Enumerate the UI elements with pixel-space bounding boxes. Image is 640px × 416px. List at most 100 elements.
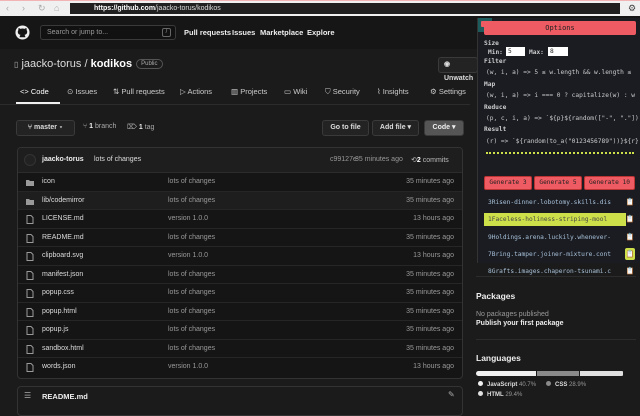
pull-request-icon: ⇅ [113, 87, 120, 96]
options-header-button[interactable]: Options [484, 21, 636, 35]
file-row[interactable]: popup.js lots of changes 35 minutes ago [18, 321, 462, 340]
file-name[interactable]: README.md [42, 229, 84, 247]
map-code-editor[interactable]: (w, i, a) => i === 0 ? capitalize(w) : w [486, 92, 638, 99]
reload-icon[interactable]: ↻ [38, 3, 46, 14]
nav-marketplace[interactable]: Marketplace [260, 28, 303, 37]
tab-insights[interactable]: ⌇ Insights [377, 87, 409, 96]
language-pct: 28.9% [569, 382, 587, 388]
branches-link[interactable]: ⑂ 1 branch [83, 123, 116, 130]
file-commit-message[interactable]: lots of changes [168, 192, 215, 210]
go-to-file-button[interactable]: Go to file [322, 120, 369, 136]
language-css[interactable]: CSS 28.9% [546, 381, 586, 388]
generated-result[interactable]: 3Risen-dinner.lobotomy.skills.dis [484, 196, 626, 209]
search-input[interactable]: Search or jump to... / [40, 25, 176, 40]
result-code-editor[interactable]: (r) => `${random(to_a("0123456789"))}${r… [486, 138, 638, 145]
language-html[interactable]: HTML 29.4% [478, 391, 522, 398]
nav-pull-requests[interactable]: Pull requests [184, 28, 231, 37]
file-commit-message[interactable]: lots of changes [168, 229, 215, 247]
file-row[interactable]: popup.css lots of changes 35 minutes ago [18, 284, 462, 303]
forward-icon[interactable]: › [22, 3, 25, 14]
code-button[interactable]: Code ▾ [424, 120, 464, 136]
extension-icon[interactable]: ⚙ [628, 3, 636, 14]
reduce-code-editor[interactable]: (p, c, i, a) => `${p}${random(["-", "."]… [486, 115, 638, 122]
generated-result[interactable]: 7Bring.tamper.joiner-mixture.cont [484, 248, 626, 261]
nav-explore[interactable]: Explore [307, 28, 335, 37]
language-javascript[interactable]: JavaScript 40.7% [478, 381, 536, 388]
generated-result[interactable]: 8Grafts.images.chaperon-tsunami.c [484, 265, 626, 278]
tab-label: Actions [187, 87, 213, 96]
tags-link[interactable]: ⌦ 1 tag [127, 123, 154, 131]
generated-result[interactable]: 1Faceless-holiness-striping-mool [484, 213, 626, 227]
avatar[interactable] [24, 154, 36, 166]
file-row[interactable]: manifest.json lots of changes 35 minutes a… [18, 266, 462, 284]
branches-label: branch [95, 123, 117, 130]
generate-3-button[interactable]: Generate 3 [484, 176, 532, 190]
file-row[interactable]: sandbox.html lots of changes 35 minutes ag… [18, 340, 462, 358]
file-commit-message[interactable]: lots of changes [168, 266, 215, 284]
repo-name-link[interactable]: kodikos [91, 58, 133, 70]
repo-owner-link[interactable]: jaacko-torus [21, 58, 81, 70]
add-file-button[interactable]: Add file ▾ [372, 120, 419, 136]
file-commit-message[interactable]: version 1.0.0 [168, 210, 208, 228]
github-logo-icon[interactable] [15, 25, 30, 40]
copy-clipboard-icon[interactable]: 📋 [625, 196, 635, 208]
file-name[interactable]: icon [42, 173, 55, 191]
tab-issues[interactable]: ⊙ Issues [67, 87, 97, 96]
file-commit-message[interactable]: lots of changes [168, 340, 215, 358]
file-row[interactable]: clipboard.svg version 1.0.0 13 hours ago [18, 247, 462, 266]
file-name[interactable]: popup.css [42, 284, 74, 302]
file-commit-message[interactable]: lots of changes [168, 303, 215, 321]
nav-issues[interactable]: Issues [232, 28, 255, 37]
home-icon[interactable]: ⌂ [54, 3, 59, 14]
file-name[interactable]: manifest.json [42, 266, 83, 284]
file-name[interactable]: popup.js [42, 321, 68, 339]
file-name[interactable]: popup.html [42, 303, 77, 321]
commit-author[interactable]: jaacko-torus [42, 156, 84, 163]
file-name[interactable]: sandbox.html [42, 340, 84, 358]
file-row[interactable]: popup.html lots of changes 35 minutes ago [18, 303, 462, 321]
file-row[interactable]: icon lots of changes 35 minutes ago [18, 173, 462, 192]
copy-clipboard-icon[interactable]: 📋 [625, 265, 635, 277]
file-commit-message[interactable]: version 1.0.0 [168, 247, 208, 265]
file-name[interactable]: clipboard.svg [42, 247, 83, 265]
list-icon[interactable]: ☰ [24, 391, 31, 400]
back-icon[interactable]: ‹ [6, 3, 9, 14]
file-row[interactable]: README.md lots of changes 35 minutes ago [18, 229, 462, 247]
generated-result[interactable]: 9Holdings.arena.luckily.whenever- [484, 231, 626, 244]
generate-10-button[interactable]: Generate 10 [584, 176, 635, 190]
url-bar[interactable]: https://github.com/jaacko-torus/kodikos [70, 3, 620, 14]
file-commit-message[interactable]: version 1.0.0 [168, 358, 208, 376]
file-commit-message[interactable]: lots of changes [168, 284, 215, 302]
tab-settings[interactable]: ⚙ Settings [430, 87, 466, 96]
publish-package-link[interactable]: Publish your first package [476, 320, 564, 327]
file-commit-message[interactable]: lots of changes [168, 173, 215, 191]
unwatch-button[interactable]: ◉ Unwatch [438, 57, 478, 82]
copy-clipboard-icon[interactable]: 📋 [625, 247, 635, 260]
file-name[interactable]: words.json [42, 358, 75, 376]
file-row[interactable]: lib/codemirror lots of changes 35 minutes … [18, 191, 462, 210]
max-input[interactable]: 8 [548, 47, 568, 56]
commit-message[interactable]: lots of changes [94, 156, 141, 163]
copy-clipboard-icon[interactable]: 📋 [625, 213, 635, 225]
branch-select[interactable]: ⑂ master ▾ [16, 120, 75, 136]
copy-clipboard-icon[interactable]: 📋 [625, 231, 635, 243]
file-name[interactable]: lib/codemirror [42, 192, 84, 210]
file-row[interactable]: LICENSE.md version 1.0.0 13 hours ago [18, 210, 462, 229]
tab-wiki[interactable]: ▭ Wiki [284, 87, 307, 96]
file-commit-message[interactable]: lots of changes [168, 321, 215, 339]
commit-hash[interactable]: c99127e [330, 156, 357, 163]
filter-code-editor[interactable]: (w, i, a) => 5 ≤ w.length && w.length ≤ [486, 69, 638, 76]
tab-security[interactable]: ⛉ Security [325, 87, 360, 97]
tab-actions[interactable]: ▷ Actions [180, 87, 212, 96]
file-row[interactable]: words.json version 1.0.0 13 hours ago [18, 358, 462, 377]
tab-pull-requests[interactable]: ⇅ Pull requests [113, 87, 165, 96]
tags-count: 1 [138, 124, 143, 131]
commits-link[interactable]: ⟲2 commits [411, 156, 449, 164]
min-input[interactable]: 5 [506, 47, 525, 56]
file-name[interactable]: LICENSE.md [42, 210, 84, 228]
shield-icon: ⛉ [325, 87, 331, 96]
generate-5-button[interactable]: Generate 5 [534, 176, 582, 190]
tab-projects[interactable]: ▥ Projects [231, 87, 267, 96]
tab-code[interactable]: <> Code [20, 87, 49, 96]
edit-pencil-icon[interactable]: ✎ [448, 390, 455, 399]
